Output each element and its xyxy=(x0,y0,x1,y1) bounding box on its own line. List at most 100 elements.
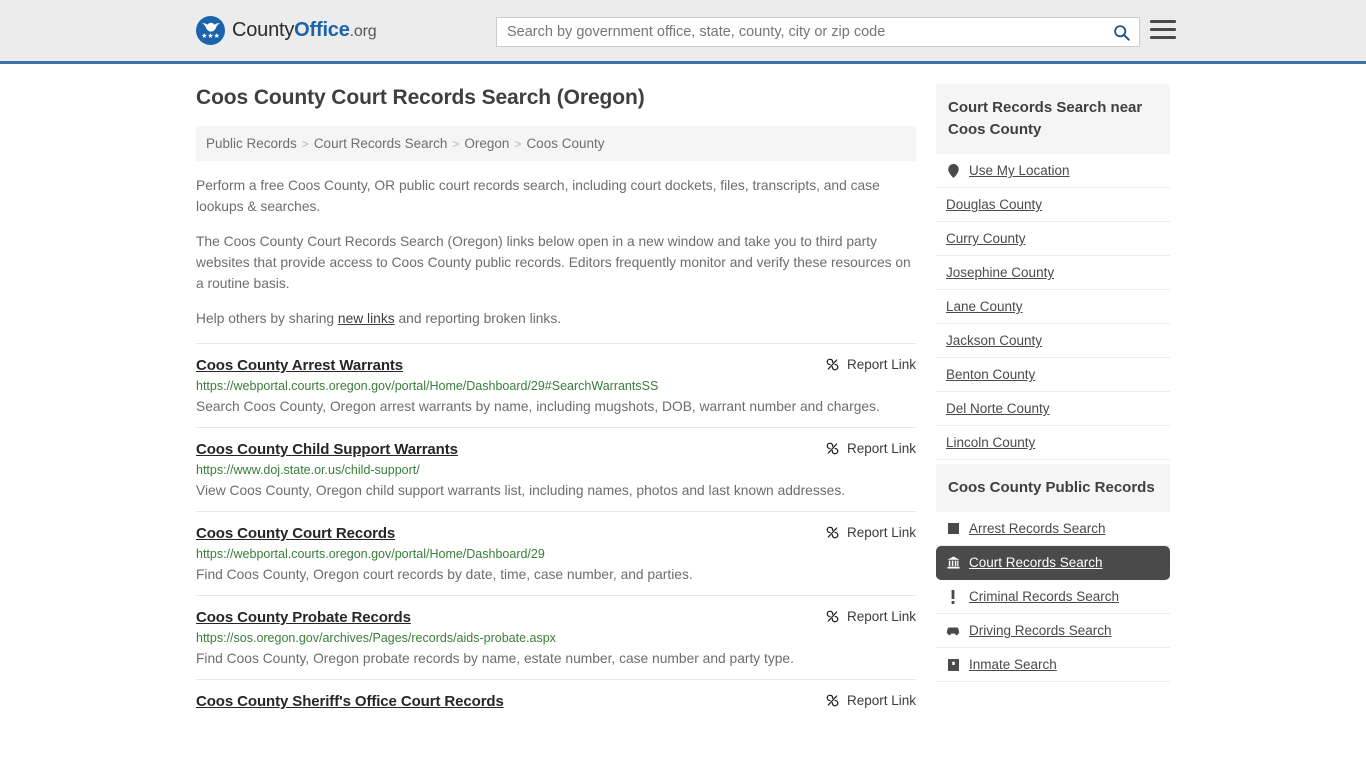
result-url: https://webportal.courts.oregon.gov/port… xyxy=(196,379,659,393)
logo-text-office: Office xyxy=(294,19,350,41)
breadcrumb-separator: > xyxy=(452,136,460,151)
sidebar-public-records-list: Arrest Records Search Court Records Sear… xyxy=(936,512,1170,682)
eagle-glyph xyxy=(201,22,220,32)
sidebar-item-label[interactable]: Benton County xyxy=(946,367,1035,382)
report-link-label: Report Link xyxy=(846,609,916,624)
intro-paragraph-1: Perform a free Coos County, OR public co… xyxy=(196,178,880,214)
sidebar-nearby-heading: Court Records Search near Coos County xyxy=(936,84,1170,154)
search-bar[interactable] xyxy=(496,17,1140,47)
result-url: https://sos.oregon.gov/archives/Pages/re… xyxy=(196,631,556,645)
sidebar-item-label[interactable]: Arrest Records Search xyxy=(969,521,1106,536)
result-description: Find Coos County, Oregon court records b… xyxy=(196,567,693,582)
page-title: Coos County Court Records Search (Oregon… xyxy=(196,86,645,109)
sidebar-item-label[interactable]: Del Norte County xyxy=(946,401,1050,416)
result-item: Coos County Court Records Report Link ht… xyxy=(196,511,916,595)
search-icon xyxy=(1113,24,1130,41)
result-header: Coos County Probate Records Report Link xyxy=(196,609,916,626)
logo-text: CountyOffice.org xyxy=(232,19,377,42)
sidebar-item-label[interactable]: Inmate Search xyxy=(969,657,1057,672)
result-item: Coos County Probate Records Report Link … xyxy=(196,595,916,679)
sidebar-item-jackson-county[interactable]: Jackson County xyxy=(936,324,1170,358)
sidebar-item-benton-county[interactable]: Benton County xyxy=(936,358,1170,392)
result-title-link[interactable]: Coos County Arrest Warrants xyxy=(196,357,403,374)
sidebar-nearby-box: Court Records Search near Coos County Us… xyxy=(936,84,1170,460)
sidebar-item-josephine-county[interactable]: Josephine County xyxy=(936,256,1170,290)
sidebar-item-label[interactable]: Use My Location xyxy=(969,163,1070,178)
breadcrumb-item-coos-county[interactable]: Coos County xyxy=(526,136,604,151)
main-content: Coos County Court Records Search (Oregon… xyxy=(196,64,916,720)
sidebar-item-driving-records-search[interactable]: Driving Records Search xyxy=(936,614,1170,648)
breadcrumb: Public Records > Court Records Search > … xyxy=(196,126,916,161)
sidebar-item-label[interactable]: Lincoln County xyxy=(946,435,1035,450)
logo-text-county: County xyxy=(232,19,295,41)
breadcrumb-item-oregon[interactable]: Oregon xyxy=(464,136,509,151)
sidebar-item-arrest-records-search[interactable]: Arrest Records Search xyxy=(936,512,1170,546)
breadcrumb-separator: > xyxy=(514,136,522,151)
broken-link-icon xyxy=(826,442,839,455)
intro-p3-after: and reporting broken links. xyxy=(394,311,562,326)
broken-link-icon xyxy=(826,526,839,539)
sidebar-item-label[interactable]: Court Records Search xyxy=(969,555,1103,570)
sidebar-item-lincoln-county[interactable]: Lincoln County xyxy=(936,426,1170,460)
hamburger-bar xyxy=(1150,28,1176,31)
broken-link-icon xyxy=(826,358,839,371)
search-input[interactable] xyxy=(497,18,1103,46)
breadcrumb-item-court-records-search[interactable]: Court Records Search xyxy=(314,136,448,151)
site-header: ★★★ CountyOffice.org xyxy=(0,0,1366,64)
report-link-button[interactable]: Report Link xyxy=(809,357,916,372)
result-title-link[interactable]: Coos County Child Support Warrants xyxy=(196,441,458,458)
result-url: https://webportal.courts.oregon.gov/port… xyxy=(196,547,545,561)
sidebar-public-records-box: Coos County Public Records Arrest Record… xyxy=(936,464,1170,682)
sidebar-item-use-my-location[interactable]: Use My Location xyxy=(936,154,1170,188)
sidebar-item-inmate-search[interactable]: Inmate Search xyxy=(936,648,1170,682)
exclamation-icon xyxy=(946,589,960,604)
result-description: Find Coos County, Oregon probate records… xyxy=(196,651,794,666)
sidebar-item-douglas-county[interactable]: Douglas County xyxy=(936,188,1170,222)
sidebar-item-del-norte-county[interactable]: Del Norte County xyxy=(936,392,1170,426)
sidebar-item-label[interactable]: Jackson County xyxy=(946,333,1042,348)
hamburger-menu-icon[interactable] xyxy=(1150,20,1176,39)
sidebar-item-label[interactable]: Driving Records Search xyxy=(969,623,1112,638)
sidebar-item-label[interactable]: Curry County xyxy=(946,231,1026,246)
result-item: Coos County Arrest Warrants Report Link … xyxy=(196,343,916,427)
report-link-button[interactable]: Report Link xyxy=(809,693,916,708)
result-title-link[interactable]: Coos County Court Records xyxy=(196,525,395,542)
report-link-label: Report Link xyxy=(846,357,916,372)
sidebar-item-curry-county[interactable]: Curry County xyxy=(936,222,1170,256)
result-title-link[interactable]: Coos County Sheriff's Office Court Recor… xyxy=(196,693,504,710)
result-header: Coos County Arrest Warrants Report Link xyxy=(196,357,916,374)
site-logo[interactable]: ★★★ CountyOffice.org xyxy=(196,16,377,45)
intro-p3-before: Help others by sharing xyxy=(196,311,338,326)
sidebar-item-label[interactable]: Criminal Records Search xyxy=(969,589,1119,604)
report-link-button[interactable]: Report Link xyxy=(809,525,916,540)
jail-icon xyxy=(946,658,960,671)
courthouse-icon xyxy=(946,556,960,569)
sidebar-item-label[interactable]: Lane County xyxy=(946,299,1023,314)
result-header: Coos County Child Support Warrants Repor… xyxy=(196,441,916,458)
intro-paragraph-3: Help others by sharing new links and rep… xyxy=(196,308,916,329)
result-item: Coos County Child Support Warrants Repor… xyxy=(196,427,916,511)
sidebar-item-criminal-records-search[interactable]: Criminal Records Search xyxy=(936,580,1170,614)
square-icon xyxy=(946,523,960,534)
sidebar-item-court-records-search[interactable]: Court Records Search xyxy=(936,546,1170,580)
intro-text: Perform a free Coos County, OR public co… xyxy=(196,175,916,329)
new-links-link[interactable]: new links xyxy=(338,311,395,326)
report-link-button[interactable]: Report Link xyxy=(809,441,916,456)
breadcrumb-item-public-records[interactable]: Public Records xyxy=(206,136,297,151)
result-item: Coos County Sheriff's Office Court Recor… xyxy=(196,679,916,720)
sidebar-nearby-list: Use My Location Douglas County Curry Cou… xyxy=(936,154,1170,460)
sidebar-item-lane-county[interactable]: Lane County xyxy=(936,290,1170,324)
map-pin-icon xyxy=(946,163,960,178)
broken-link-icon xyxy=(826,694,839,707)
result-header: Coos County Court Records Report Link xyxy=(196,525,916,542)
hamburger-bar xyxy=(1150,20,1176,23)
report-link-button[interactable]: Report Link xyxy=(809,609,916,624)
result-title-link[interactable]: Coos County Probate Records xyxy=(196,609,411,626)
intro-paragraph-2: The Coos County Court Records Search (Or… xyxy=(196,234,911,291)
report-link-label: Report Link xyxy=(846,441,916,456)
sidebar-item-label[interactable]: Douglas County xyxy=(946,197,1042,212)
hamburger-bar xyxy=(1150,36,1176,39)
sidebar-item-label[interactable]: Josephine County xyxy=(946,265,1054,280)
search-button[interactable] xyxy=(1103,18,1139,46)
logo-text-org: .org xyxy=(349,23,377,40)
